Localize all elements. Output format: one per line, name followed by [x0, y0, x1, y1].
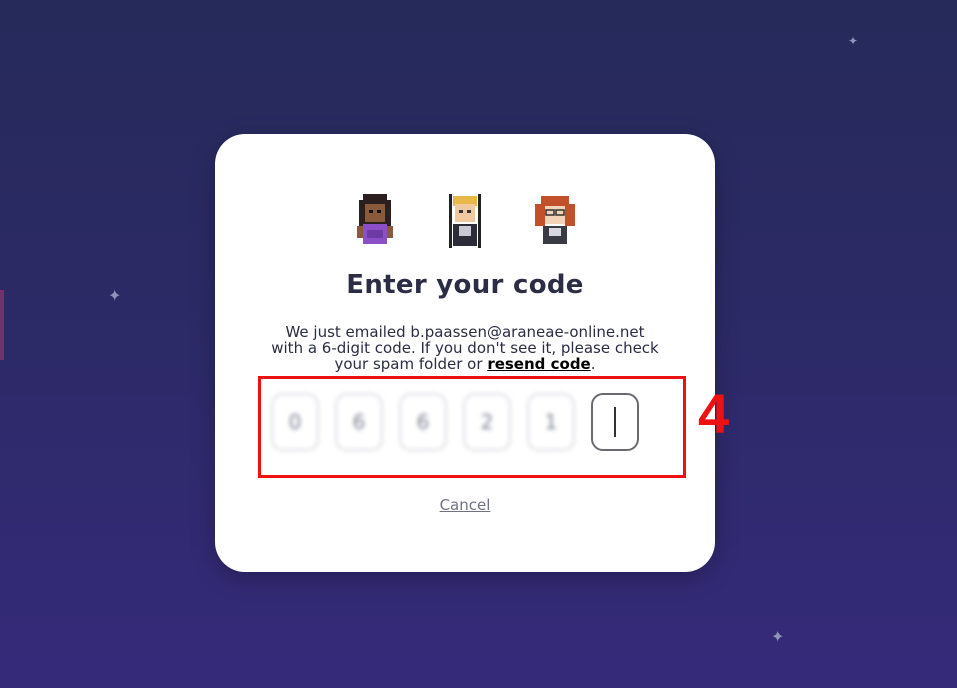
- sparkle-icon: ✦: [848, 34, 859, 48]
- instruction-line: with a 6-digit code. If you don't see it…: [271, 339, 659, 357]
- sparkle-icon: ✦: [108, 286, 122, 305]
- left-edge-glow: [0, 290, 4, 360]
- verification-dialog: Enter your code We just emailed b.paasse…: [215, 134, 715, 572]
- instruction-line-prefix: your spam folder or: [334, 355, 483, 373]
- instruction-line: We just emailed b.paassen@araneae-online…: [285, 323, 645, 341]
- annotation-highlight-box: [258, 376, 686, 478]
- avatar-blonde-man-icon: [449, 194, 481, 248]
- annotation-step-number: 4: [698, 382, 730, 445]
- avatar-group: [215, 190, 715, 250]
- page-title: Enter your code: [346, 270, 584, 300]
- instruction-text: We just emailed b.paassen@araneae-online…: [260, 324, 670, 372]
- resend-code-link[interactable]: resend code: [487, 355, 590, 373]
- cancel-link[interactable]: Cancel: [215, 496, 715, 514]
- avatar-woman-purple-dress-icon: [357, 194, 393, 244]
- avatar-redhead-glasses-icon: [535, 196, 575, 244]
- instruction-suffix: .: [590, 355, 596, 373]
- sparkle-icon: ✦: [771, 627, 785, 646]
- instruction-line: your spam folder or resend code.: [260, 356, 670, 372]
